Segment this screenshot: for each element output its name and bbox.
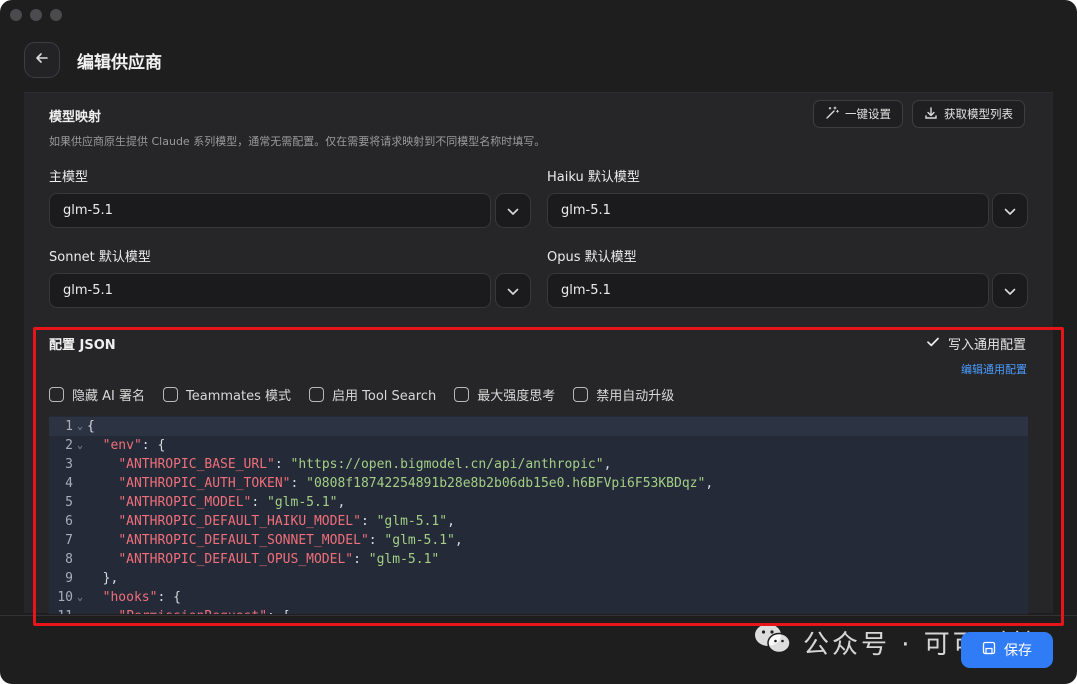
code-line[interactable]: 10 ⌄ "hooks": { [49, 588, 1028, 607]
app-window: 编辑供应商 模型映射 如果供应商原生提供 Claude 系列模型，通常无需配置。… [0, 0, 1077, 684]
code-text: { [87, 419, 95, 434]
line-number: 8 [65, 552, 73, 567]
zoom-window-button[interactable] [50, 9, 62, 21]
quick-setup-label: 一键设置 [845, 107, 891, 121]
chevron-down-icon [1004, 281, 1016, 300]
wechat-logo-icon [753, 622, 793, 663]
code-text: "ANTHROPIC_MODEL": "glm-5.1", [118, 495, 346, 510]
opus-model-dropdown-button[interactable] [992, 273, 1028, 308]
code-text: "PermissionRequest": [ [87, 609, 290, 614]
page-title: 编辑供应商 [77, 53, 162, 73]
code-line[interactable]: 9 }, [49, 569, 1028, 588]
code-line[interactable]: 11 "PermissionRequest": [ [49, 607, 1028, 614]
main-model-input[interactable]: glm-5.1 [49, 193, 491, 228]
checkbox-label: 最大强度思考 [477, 389, 556, 404]
write-common-config-toggle[interactable]: 写入通用配置 [927, 334, 1026, 353]
options-row: 隐藏 AI 署名 Teammates 模式 启用 Tool Search 最大强… [49, 385, 692, 404]
haiku-model-label: Haiku 默认模型 [547, 170, 640, 185]
main-model-dropdown-button[interactable] [495, 193, 531, 228]
haiku-model-input[interactable]: glm-5.1 [547, 193, 989, 228]
code-line[interactable]: 5 "ANTHROPIC_MODEL": "glm-5.1", [49, 493, 1028, 512]
sonnet-model-dropdown-button[interactable] [495, 273, 531, 308]
save-button[interactable]: 保存 [961, 632, 1053, 668]
line-number: 2 [65, 438, 73, 453]
haiku-model-dropdown-button[interactable] [992, 193, 1028, 228]
close-window-button[interactable] [10, 9, 22, 21]
code-line[interactable]: 8 "ANTHROPIC_DEFAULT_OPUS_MODEL": "glm-5… [49, 550, 1028, 569]
opus-model-input[interactable]: glm-5.1 [547, 273, 989, 308]
chevron-down-icon [507, 281, 519, 300]
line-number: 4 [65, 476, 73, 491]
back-button[interactable] [24, 42, 60, 78]
config-json-title: 配置 JSON [49, 338, 116, 353]
fold-chevron-icon[interactable]: ⌄ [73, 440, 87, 451]
code-text: "ANTHROPIC_AUTH_TOKEN": "0808f1874225489… [118, 476, 714, 491]
chevron-down-icon [1004, 201, 1016, 220]
disable-auto-update-checkbox[interactable]: 禁用自动升级 [573, 385, 674, 404]
save-disk-icon [982, 641, 996, 659]
fetch-models-label: 获取模型列表 [944, 107, 1013, 121]
arrow-left-icon [34, 50, 50, 71]
model-mapping-title: 模型映射 [49, 110, 102, 125]
line-number: 7 [65, 533, 73, 548]
code-text: "env": { [102, 438, 166, 453]
hide-ai-signature-checkbox[interactable]: 隐藏 AI 署名 [49, 385, 145, 404]
tool-search-checkbox[interactable]: 启用 Tool Search [309, 385, 436, 404]
checkbox-label: 启用 Tool Search [332, 389, 437, 404]
line-number: 6 [65, 514, 73, 529]
code-line[interactable]: 1 ⌄{ [49, 417, 1028, 436]
sonnet-model-input[interactable]: glm-5.1 [49, 273, 491, 308]
checkbox-box[interactable] [49, 387, 64, 402]
edit-common-config-link[interactable]: 编辑通用配置 [961, 361, 1027, 377]
checkbox-label: 隐藏 AI 署名 [72, 389, 145, 404]
code-text: }, [87, 571, 119, 586]
code-text: "ANTHROPIC_DEFAULT_SONNET_MODEL": "glm-5… [118, 533, 463, 548]
chevron-down-icon [507, 201, 519, 220]
model-mapping-description: 如果供应商原生提供 Claude 系列模型，通常无需配置。仅在需要将请求映射到不… [49, 135, 546, 148]
opus-model-label: Opus 默认模型 [547, 250, 637, 265]
minimize-window-button[interactable] [30, 9, 42, 21]
line-number: 10 [57, 590, 73, 605]
code-line[interactable]: 4 "ANTHROPIC_AUTH_TOKEN": "0808f18742254… [49, 474, 1028, 493]
main-model-label: 主模型 [49, 170, 89, 185]
line-number: 1 [65, 419, 73, 434]
save-label: 保存 [1004, 643, 1032, 659]
line-number: 5 [65, 495, 73, 510]
footer-divider [0, 615, 1077, 616]
fold-chevron-icon[interactable]: ⌄ [73, 421, 87, 432]
fold-chevron-icon[interactable]: ⌄ [73, 592, 87, 603]
quick-setup-button[interactable]: 一键设置 [813, 100, 903, 128]
checkbox-label: 禁用自动升级 [596, 389, 675, 404]
line-number: 3 [65, 457, 73, 472]
teammates-mode-checkbox[interactable]: Teammates 模式 [163, 385, 291, 404]
code-text: "ANTHROPIC_DEFAULT_HAIKU_MODEL": "glm-5.… [118, 514, 455, 529]
magic-wand-icon [825, 105, 839, 123]
checkbox-box[interactable] [309, 387, 324, 402]
max-thinking-checkbox[interactable]: 最大强度思考 [454, 385, 555, 404]
code-text: "ANTHROPIC_BASE_URL": "https://open.bigm… [118, 457, 612, 472]
download-icon [924, 106, 938, 123]
json-code-editor[interactable]: 1 ⌄{2 ⌄ "env": {3 "ANTHROPIC_BASE_URL": "h… [49, 416, 1028, 614]
code-text: "ANTHROPIC_DEFAULT_OPUS_MODEL": "glm-5.1… [118, 552, 440, 567]
code-line[interactable]: 6 "ANTHROPIC_DEFAULT_HAIKU_MODEL": "glm-… [49, 512, 1028, 531]
checkbox-box[interactable] [573, 387, 589, 402]
checkbox-label: Teammates 模式 [186, 389, 291, 404]
line-number: 11 [49, 609, 73, 614]
checkbox-box[interactable] [454, 387, 470, 402]
sonnet-model-label: Sonnet 默认模型 [49, 250, 151, 265]
line-number: 9 [65, 571, 73, 586]
code-line[interactable]: 7 "ANTHROPIC_DEFAULT_SONNET_MODEL": "glm… [49, 531, 1028, 550]
write-common-config-label: 写入通用配置 [947, 338, 1026, 353]
checkmark-icon [927, 336, 939, 351]
code-line[interactable]: 2 ⌄ "env": { [49, 436, 1028, 455]
code-line[interactable]: 3 "ANTHROPIC_BASE_URL": "https://open.bi… [49, 455, 1028, 474]
code-text: "hooks": { [102, 590, 181, 605]
fetch-models-button[interactable]: 获取模型列表 [912, 100, 1025, 128]
window-controls [10, 9, 62, 21]
checkbox-box[interactable] [163, 387, 178, 402]
